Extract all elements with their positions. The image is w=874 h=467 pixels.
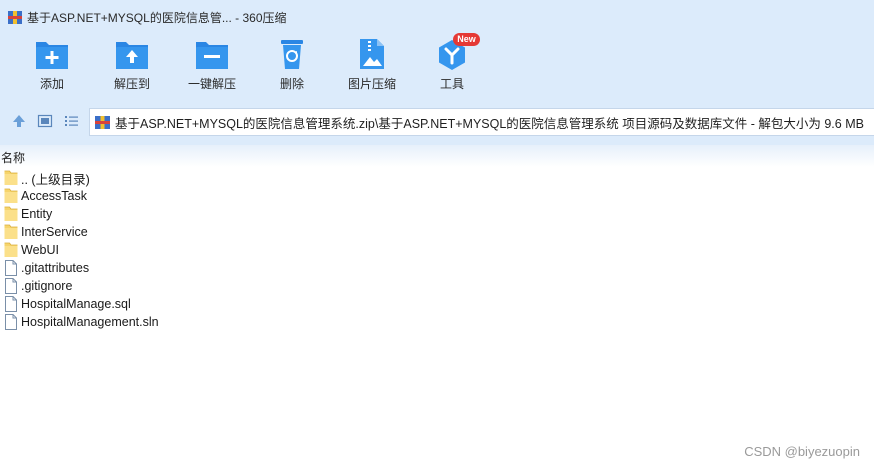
toolbar: 添加 解压到 一键解压 删除 图片压缩 工具 New [0, 33, 874, 100]
window-title: 基于ASP.NET+MYSQL的医院信息管... - 360压缩 [27, 10, 287, 25]
folder-icon [4, 242, 18, 258]
new-badge: New [453, 33, 480, 46]
delete-icon [275, 38, 309, 70]
extract-to-icon [115, 38, 149, 70]
watermark: CSDN @biyezuopin [744, 444, 860, 459]
image-compress-label: 图片压缩 [347, 77, 396, 91]
file-icon [4, 296, 18, 312]
list-item-folder[interactable]: Entity [0, 205, 874, 223]
list-item-name: AccessTask [21, 189, 87, 203]
extract-to-label: 解压到 [113, 77, 150, 91]
one-click-extract-icon [195, 38, 229, 70]
list-item-name: HospitalManagement.sln [21, 315, 159, 329]
list-item-name: WebUI [21, 243, 59, 257]
list-item-file[interactable]: HospitalManagement.sln [0, 313, 874, 331]
add-label: 添加 [39, 77, 64, 91]
address-path: 基于ASP.NET+MYSQL的医院信息管理系统.zip\基于ASP.NET+M… [115, 116, 864, 131]
list-item-folder[interactable]: AccessTask [0, 187, 874, 205]
list-item-folder[interactable]: InterService [0, 223, 874, 241]
list-item-name: HospitalManage.sql [21, 297, 131, 311]
list-view-icon[interactable] [63, 113, 81, 129]
list-item-name: .gitignore [21, 279, 73, 293]
list-item-name: InterService [21, 225, 88, 239]
one-click-extract-label: 一键解压 [187, 77, 236, 91]
one-click-extract-button[interactable]: 一键解压 [177, 38, 247, 98]
image-compress-icon [355, 38, 389, 70]
extract-to-button[interactable]: 解压到 [97, 38, 167, 98]
folder-icon [4, 206, 18, 222]
folder-icon [4, 170, 18, 186]
file-icon [4, 260, 18, 276]
folder-icon [4, 224, 18, 240]
list-item-file[interactable]: .gitattributes [0, 259, 874, 277]
tools-button[interactable]: 工具 [417, 38, 487, 98]
add-icon [35, 38, 69, 70]
zip-archive-icon [95, 115, 110, 130]
list-item-name: .. (上级目录) [21, 172, 90, 187]
add-button[interactable]: 添加 [17, 38, 87, 98]
list-item-file[interactable]: HospitalManage.sql [0, 295, 874, 313]
up-arrow-icon[interactable] [11, 113, 29, 129]
list-item-name: Entity [21, 207, 53, 221]
file-icon [4, 314, 18, 330]
list-item-folder[interactable]: WebUI [0, 241, 874, 259]
image-compress-button[interactable]: 图片压缩 [337, 38, 407, 98]
tools-label: 工具 [439, 77, 464, 91]
list-item-file[interactable]: .gitignore [0, 277, 874, 295]
file-list: .. (上级目录) AccessTask Entity InterService Web… [0, 169, 874, 331]
list-item-folder[interactable]: .. (上级目录) [0, 169, 874, 187]
list-item-name: .gitattributes [21, 261, 90, 275]
navigation-bar: 基于ASP.NET+MYSQL的医院信息管理系统.zip\基于ASP.NET+M… [0, 100, 874, 145]
file-icon [4, 278, 18, 294]
column-name-header[interactable]: 名称 [1, 149, 25, 166]
thumbnail-view-icon[interactable] [37, 113, 55, 129]
address-bar[interactable]: 基于ASP.NET+MYSQL的医院信息管理系统.zip\基于ASP.NET+M… [89, 108, 874, 136]
delete-button[interactable]: 删除 [257, 38, 327, 98]
title-bar: 基于ASP.NET+MYSQL的医院信息管... - 360压缩 [0, 0, 874, 34]
delete-label: 删除 [279, 77, 304, 91]
column-header: 名称 [0, 145, 874, 167]
archive-app-icon [8, 10, 22, 24]
folder-icon [4, 188, 18, 204]
